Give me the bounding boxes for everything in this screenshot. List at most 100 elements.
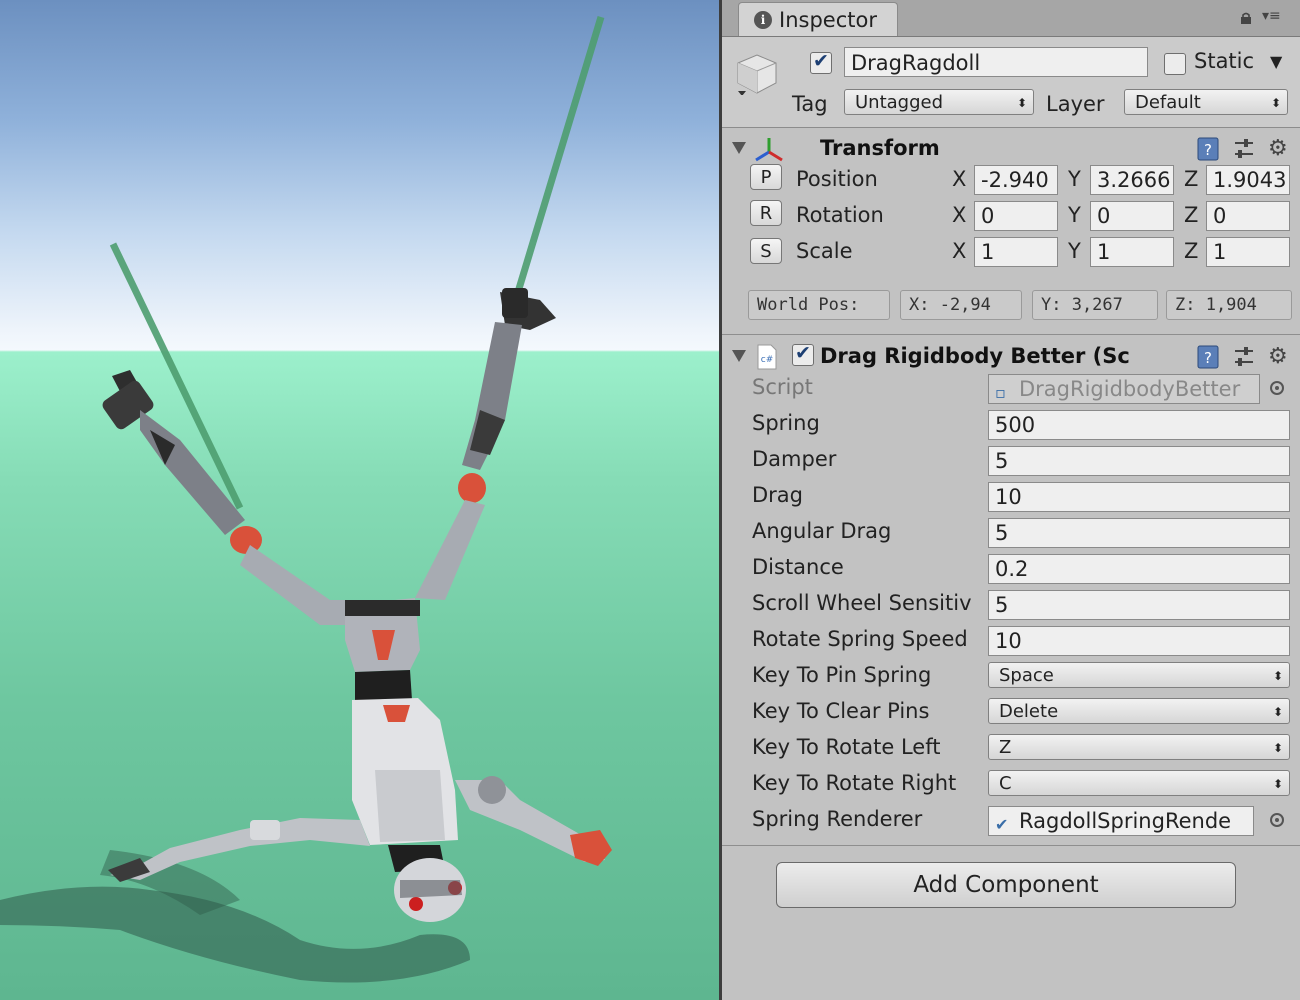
component-separator xyxy=(722,334,1300,335)
lock-icon[interactable] xyxy=(1240,12,1252,24)
component-enabled-checkbox[interactable] xyxy=(792,342,814,366)
script-icon: c# xyxy=(757,344,777,370)
gear-icon[interactable]: ⚙ xyxy=(1268,136,1288,161)
axis-z-label: Z xyxy=(1184,203,1199,227)
distance-field[interactable]: 0.2 xyxy=(988,554,1290,584)
drag-rigidbody-header[interactable]: c# Drag Rigidbody Better (Sc ? ⚙ xyxy=(722,338,1300,376)
axis-y-label: Y xyxy=(1068,167,1081,191)
object-picker-icon[interactable] xyxy=(1270,381,1284,395)
tag-value: Untagged xyxy=(855,92,944,113)
rotate-spring-speed-field[interactable]: 10 xyxy=(988,626,1290,656)
foldout-arrow-icon[interactable] xyxy=(732,142,746,154)
scroll-wheel-sensitivity-field[interactable]: 5 xyxy=(988,590,1290,620)
updown-arrow-icon: ⬍ xyxy=(1272,741,1283,755)
scene-viewport[interactable] xyxy=(0,0,720,1000)
spring-line-right xyxy=(514,15,605,294)
axis-y-label: Y xyxy=(1068,239,1081,263)
axis-y-label: Y xyxy=(1068,203,1081,227)
world-pos-z: Z: 1,904 xyxy=(1166,290,1292,320)
scale-z-field[interactable]: 1 xyxy=(1206,237,1290,267)
key-to-rotate-right-value: C xyxy=(999,773,1012,794)
axis-x-label: X xyxy=(952,203,967,227)
help-book-icon[interactable]: ? xyxy=(1196,136,1220,162)
add-component-button[interactable]: Add Component xyxy=(776,862,1236,908)
scale-y-field[interactable]: 1 xyxy=(1090,237,1174,267)
spring-renderer-field[interactable]: ✔ RagdollSpringRende xyxy=(988,806,1254,836)
scale-label: Scale xyxy=(796,239,853,263)
tag-dropdown[interactable]: Untagged ⬍ xyxy=(844,89,1034,115)
tag-label: Tag xyxy=(792,92,828,116)
tab-inspector[interactable]: i Inspector xyxy=(738,2,898,36)
axis-x-label: X xyxy=(952,167,967,191)
rotation-z-field[interactable]: 0 xyxy=(1206,201,1290,231)
scroll-wheel-sensitivity-label: Scroll Wheel Sensitiv xyxy=(752,591,972,615)
angular-drag-label: Angular Drag xyxy=(752,519,892,543)
key-to-rotate-left-dropdown[interactable]: Z ⬍ xyxy=(988,734,1290,760)
transform-axes-icon xyxy=(755,138,783,162)
foldout-arrow-icon[interactable] xyxy=(732,350,746,362)
updown-arrow-icon: ⬍ xyxy=(1272,777,1283,791)
svg-text:?: ? xyxy=(1204,141,1212,159)
line-renderer-icon: ✔ xyxy=(995,815,1009,834)
cube-icon xyxy=(737,54,777,95)
spring-field[interactable]: 500 xyxy=(988,410,1290,440)
rotation-label: Rotation xyxy=(796,203,884,227)
world-pos-y: Y: 3,267 xyxy=(1032,290,1158,320)
rotation-reset-button[interactable]: R xyxy=(750,200,782,226)
spring-label: Spring xyxy=(752,411,820,435)
component-title: Drag Rigidbody Better (Sc xyxy=(820,344,1130,368)
damper-field[interactable]: 5 xyxy=(988,446,1290,476)
menu-icon[interactable]: ▾≡ xyxy=(1262,8,1281,24)
updown-arrow-icon: ⬍ xyxy=(1272,705,1283,719)
drag-field[interactable]: 10 xyxy=(988,482,1290,512)
position-x-field[interactable]: -2.940 xyxy=(974,165,1058,195)
script-value: DragRigidbodyBetter xyxy=(1019,377,1241,401)
rotation-x-field[interactable]: 0 xyxy=(974,201,1058,231)
info-icon: i xyxy=(754,11,772,29)
world-pos-label: World Pos: xyxy=(748,290,890,320)
key-to-rotate-right-dropdown[interactable]: C ⬍ xyxy=(988,770,1290,796)
transform-header[interactable]: Transform ? ⚙ xyxy=(722,130,1300,168)
gameobject-header: DragRagdoll Static ▼ Tag Untagged ⬍ Laye… xyxy=(722,37,1300,128)
help-book-icon[interactable]: ? xyxy=(1196,344,1220,370)
object-name-field[interactable]: DragRagdoll xyxy=(844,47,1148,77)
key-to-rotate-left-label: Key To Rotate Left xyxy=(752,735,941,759)
position-label: Position xyxy=(796,167,878,191)
rotate-spring-speed-label: Rotate Spring Speed xyxy=(752,627,968,651)
key-to-clear-pins-label: Key To Clear Pins xyxy=(752,699,930,723)
sliders-icon[interactable] xyxy=(1232,136,1256,162)
script-icon: ▫ xyxy=(995,383,1006,402)
position-y-field[interactable]: 3.2666 xyxy=(1090,165,1174,195)
rotation-y-field[interactable]: 0 xyxy=(1090,201,1174,231)
cs-badge: c# xyxy=(761,355,774,365)
gear-icon[interactable]: ⚙ xyxy=(1268,344,1288,369)
inspector-panel: i Inspector ▾≡ DragRagdoll Static ▼ Tag … xyxy=(722,0,1300,1000)
inspector-tab-bar: i Inspector ▾≡ xyxy=(722,0,1300,37)
layer-label: Layer xyxy=(1046,92,1105,116)
key-to-clear-pins-value: Delete xyxy=(999,701,1059,722)
component-separator xyxy=(722,845,1300,846)
object-picker-icon[interactable] xyxy=(1270,813,1284,827)
spring-renderer-value: RagdollSpringRende xyxy=(1019,809,1232,833)
scale-reset-button[interactable]: S xyxy=(750,238,782,264)
updown-arrow-icon: ⬍ xyxy=(1270,96,1281,110)
spring-renderer-label: Spring Renderer xyxy=(752,807,923,831)
static-checkbox[interactable] xyxy=(1164,53,1186,75)
active-checkbox[interactable] xyxy=(810,50,832,74)
position-reset-button[interactable]: P xyxy=(750,164,782,190)
sliders-icon[interactable] xyxy=(1232,344,1256,370)
key-to-pin-spring-dropdown[interactable]: Space ⬍ xyxy=(988,662,1290,688)
axis-z-label: Z xyxy=(1184,167,1199,191)
position-z-field[interactable]: 1.9043 xyxy=(1206,165,1290,195)
scale-x-field[interactable]: 1 xyxy=(974,237,1058,267)
key-to-rotate-left-value: Z xyxy=(999,737,1012,758)
script-label: Script xyxy=(752,375,813,399)
distance-label: Distance xyxy=(752,555,844,579)
angular-drag-field[interactable]: 5 xyxy=(988,518,1290,548)
key-to-rotate-right-label: Key To Rotate Right xyxy=(752,771,957,795)
key-to-clear-pins-dropdown[interactable]: Delete ⬍ xyxy=(988,698,1290,724)
world-pos-x: X: -2,94 xyxy=(900,290,1022,320)
drag-label: Drag xyxy=(752,483,804,507)
static-dropdown-icon[interactable]: ▼ xyxy=(1270,52,1282,71)
layer-dropdown[interactable]: Default ⬍ xyxy=(1124,89,1288,115)
